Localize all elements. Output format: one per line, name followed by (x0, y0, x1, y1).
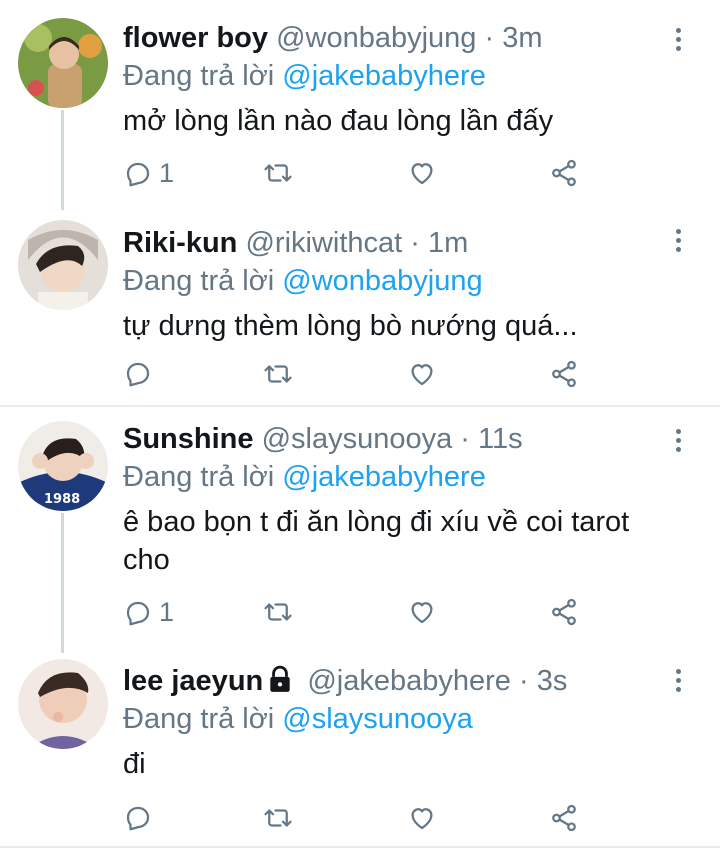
more-icon[interactable] (674, 229, 682, 252)
like-button[interactable] (407, 158, 437, 188)
separator-dot: · (484, 22, 495, 54)
more-icon[interactable] (674, 429, 682, 452)
handle[interactable]: @wonbabyjung (276, 22, 476, 54)
like-button[interactable] (407, 359, 437, 389)
retweet-icon (264, 809, 292, 827)
more-icon[interactable] (674, 28, 682, 51)
retweet-button[interactable] (263, 803, 293, 833)
handle[interactable]: @rikiwithcat (245, 227, 402, 259)
handle[interactable]: @slaysunooya (262, 423, 453, 455)
mention-link[interactable]: @jakebabyhere (282, 60, 486, 92)
reply-button[interactable] (123, 803, 159, 833)
thread-line (61, 513, 64, 653)
more-icon[interactable] (674, 669, 682, 692)
reply-count: 1 (159, 158, 175, 188)
retweet-icon (264, 603, 292, 621)
separator-dot: · (518, 665, 529, 697)
timestamp[interactable]: 11s (478, 423, 523, 455)
avatar-text: 1988 (44, 492, 80, 507)
share-button[interactable] (549, 597, 579, 627)
like-icon (411, 364, 433, 386)
reply-count: 1 (159, 597, 175, 627)
tweet-text: tự dưng thèm lòng bò nướng quá... (123, 310, 578, 342)
like-icon (411, 163, 433, 185)
mention-link[interactable]: @jakebabyhere (282, 461, 486, 493)
thread-line (61, 110, 64, 210)
share-button[interactable] (549, 803, 579, 833)
avatar[interactable]: 1988 (18, 421, 108, 511)
replying-to: Đang trả lời @wonbabyjung (123, 263, 660, 299)
tweet-3[interactable]: 1988 Sunshine @slaysunooya · 11s Đang tr… (0, 407, 720, 653)
handle[interactable]: @jakebabyhere (307, 665, 511, 697)
tweet-text: mở lòng lần nào đau lòng lần đấy (123, 105, 554, 137)
reply-icon (126, 601, 150, 625)
avatar[interactable] (18, 659, 108, 749)
mention-link[interactable]: @slaysunooya (282, 703, 473, 735)
display-name[interactable]: lee jaeyun (123, 665, 263, 697)
timestamp[interactable]: 3s (537, 665, 568, 697)
display-name[interactable]: Sunshine (123, 423, 254, 455)
retweet-icon (264, 164, 292, 182)
share-icon (552, 804, 576, 832)
separator-dot: · (410, 227, 420, 259)
share-icon (552, 598, 576, 626)
retweet-button[interactable] (263, 158, 293, 188)
display-name[interactable]: flower boy (123, 22, 268, 54)
like-button[interactable] (407, 803, 437, 833)
replying-prefix: Đang trả lời (123, 265, 283, 297)
replying-prefix: Đang trả lời (123, 461, 283, 493)
replying-to: Đang trả lời @jakebabyhere (123, 459, 660, 495)
reply-button[interactable] (123, 359, 159, 389)
share-button[interactable] (549, 158, 579, 188)
avatar[interactable] (18, 220, 108, 310)
replying-to: Đang trả lời @slaysunooya (123, 701, 660, 737)
tweet-text: ê bao bọn t đi ăn lòng đi xíu về coi tar… (123, 506, 630, 576)
retweet-icon (264, 365, 292, 383)
reply-icon (126, 162, 150, 186)
retweet-button[interactable] (263, 359, 293, 389)
replying-to: Đang trả lời @jakebabyhere (123, 58, 660, 94)
reply-icon (126, 806, 150, 831)
divider (0, 846, 720, 848)
tweet-1[interactable]: flower boy @wonbabyjung · 3m Đang trả lờ… (0, 0, 720, 210)
retweet-button[interactable] (263, 597, 293, 627)
like-icon (411, 602, 433, 624)
separator-dot: · (460, 423, 470, 455)
share-icon (552, 360, 576, 388)
timestamp[interactable]: 1m (428, 227, 468, 259)
replying-prefix: Đang trả lời (123, 60, 283, 92)
avatar[interactable] (18, 18, 108, 108)
reply-button[interactable]: 1 (123, 158, 174, 189)
like-icon (411, 808, 433, 830)
tweet-text: đi (123, 748, 146, 780)
share-button[interactable] (549, 359, 579, 389)
reply-icon (126, 362, 150, 387)
share-icon (552, 159, 576, 187)
tweet-4[interactable]: lee jaeyun @jakebabyhere · 3s Đang trả l… (0, 645, 720, 850)
reply-button[interactable]: 1 (123, 597, 174, 628)
timestamp[interactable]: 3m (502, 22, 542, 54)
tweet-2[interactable]: Riki-kun @rikiwithcat · 1m Đang trả lời … (0, 205, 720, 405)
lock-icon (270, 665, 290, 692)
mention-link[interactable]: @wonbabyjung (282, 265, 482, 297)
display-name[interactable]: Riki-kun (123, 227, 237, 259)
like-button[interactable] (407, 597, 437, 627)
replying-prefix: Đang trả lời (123, 703, 283, 735)
